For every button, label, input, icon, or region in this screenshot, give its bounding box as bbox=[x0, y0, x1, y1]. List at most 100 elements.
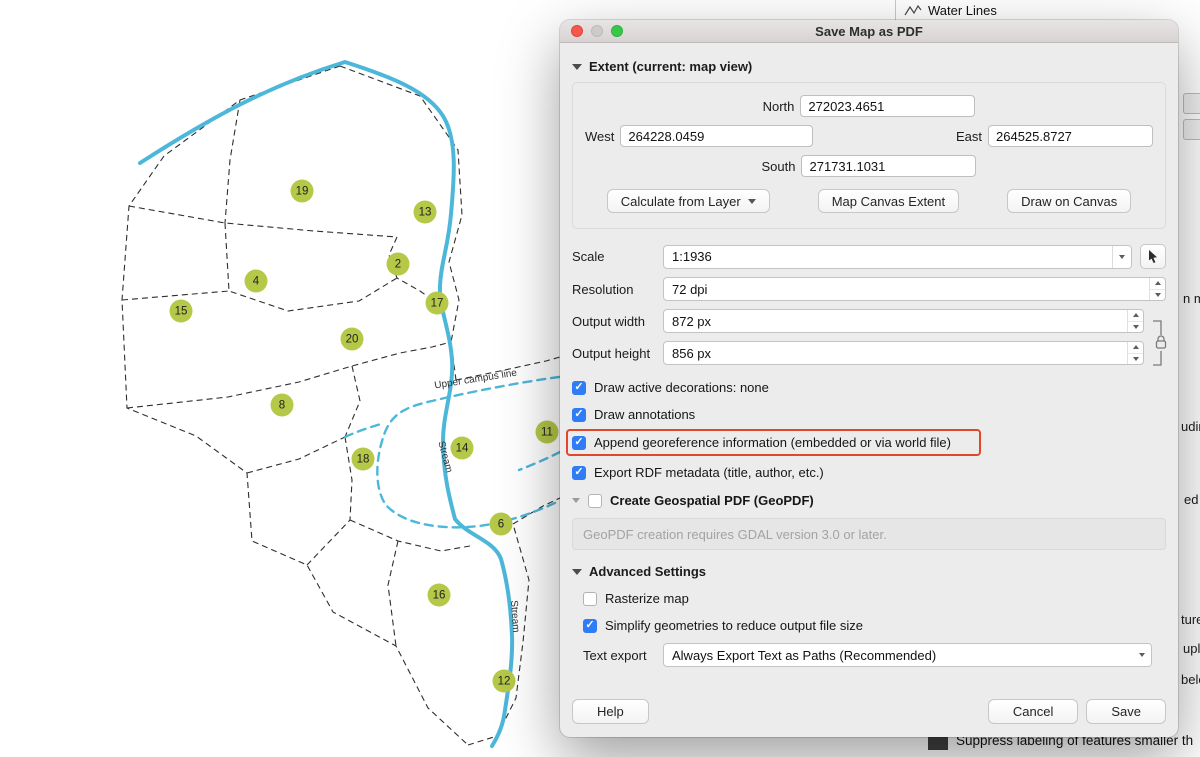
append-georeference-highlight: Append georeference information (embedde… bbox=[566, 429, 981, 456]
calculate-from-layer-button[interactable]: Calculate from Layer bbox=[607, 189, 770, 213]
map-marker: 18 bbox=[352, 448, 375, 471]
east-input[interactable] bbox=[988, 125, 1153, 147]
map-marker: 2 bbox=[387, 253, 410, 276]
background-panel-fragment bbox=[1183, 119, 1200, 140]
help-button[interactable]: Help bbox=[572, 699, 649, 724]
dialog-titlebar[interactable]: Save Map as PDF bbox=[560, 20, 1178, 43]
create-geopdf-label: Create Geospatial PDF (GeoPDF) bbox=[610, 493, 814, 508]
resolution-value[interactable]: 72 dpi bbox=[664, 278, 1149, 300]
resolution-label: Resolution bbox=[572, 282, 663, 297]
rasterize-map-label: Rasterize map bbox=[605, 591, 689, 606]
stepper-down-icon[interactable] bbox=[1128, 322, 1143, 333]
stepper-up-icon[interactable] bbox=[1128, 342, 1143, 354]
set-scale-from-canvas-button[interactable] bbox=[1140, 244, 1166, 269]
background-text-fragment: ture bbox=[1181, 612, 1200, 627]
chevron-down-icon bbox=[748, 199, 756, 204]
parcel-boundaries bbox=[122, 66, 560, 745]
checkbox-icon bbox=[572, 436, 586, 450]
draw-annotations-checkbox[interactable]: Draw annotations bbox=[572, 407, 1166, 422]
draw-decorations-label: Draw active decorations: none bbox=[594, 380, 769, 395]
scale-value[interactable]: 1:1936 bbox=[664, 249, 1112, 264]
checkbox-icon bbox=[572, 466, 586, 480]
text-export-value: Always Export Text as Paths (Recommended… bbox=[664, 648, 1132, 663]
output-height-label: Output height bbox=[572, 346, 663, 361]
map-canvas-extent-label: Map Canvas Extent bbox=[832, 194, 945, 209]
create-geopdf-checkbox[interactable] bbox=[588, 494, 602, 508]
append-georeference-label: Append georeference information (embedde… bbox=[594, 435, 951, 450]
extent-section-header[interactable]: Extent (current: map view) bbox=[572, 59, 1166, 74]
chevron-down-icon bbox=[1139, 653, 1145, 657]
cursor-icon bbox=[1146, 249, 1160, 264]
export-rdf-label: Export RDF metadata (title, author, etc.… bbox=[594, 465, 824, 480]
text-export-dropdown[interactable]: Always Export Text as Paths (Recommended… bbox=[663, 643, 1152, 667]
south-input[interactable] bbox=[801, 155, 976, 177]
extent-group: North West East South bbox=[572, 82, 1166, 229]
checkbox-icon bbox=[572, 408, 586, 422]
scale-dropdown-button[interactable] bbox=[1112, 246, 1131, 268]
line-layer-icon bbox=[904, 4, 922, 17]
help-label: Help bbox=[597, 704, 624, 719]
minimize-window-button[interactable] bbox=[591, 25, 603, 37]
stepper-up-icon[interactable] bbox=[1128, 310, 1143, 322]
simplify-geometries-label: Simplify geometries to reduce output fil… bbox=[605, 618, 863, 633]
stepper-down-icon[interactable] bbox=[1150, 290, 1165, 301]
map-marker: 12 bbox=[493, 670, 516, 693]
map-marker: 13 bbox=[414, 201, 437, 224]
south-label: South bbox=[762, 159, 796, 174]
layer-item-water-lines[interactable]: Water Lines bbox=[904, 1, 997, 19]
create-geopdf-section-header[interactable]: Create Geospatial PDF (GeoPDF) bbox=[572, 493, 1166, 508]
screen: 19 13 2 4 17 15 20 8 11 14 18 6 16 12 Up… bbox=[0, 0, 1200, 757]
output-width-spinbox[interactable]: 872 px bbox=[663, 309, 1144, 333]
output-width-stepper[interactable] bbox=[1127, 310, 1143, 332]
map-marker: 14 bbox=[451, 437, 474, 460]
map-marker: 6 bbox=[490, 513, 513, 536]
rasterize-map-checkbox[interactable]: Rasterize map bbox=[583, 591, 1166, 606]
north-input[interactable] bbox=[800, 95, 975, 117]
text-export-label: Text export bbox=[583, 648, 663, 663]
map-marker: 8 bbox=[271, 394, 294, 417]
calculate-from-layer-label: Calculate from Layer bbox=[621, 194, 741, 209]
dialog-title: Save Map as PDF bbox=[560, 24, 1178, 39]
draw-decorations-checkbox[interactable]: Draw active decorations: none bbox=[572, 380, 1166, 395]
dialog-body: Extent (current: map view) North West Ea… bbox=[560, 43, 1178, 736]
cancel-button[interactable]: Cancel bbox=[988, 699, 1078, 724]
output-height-spinbox[interactable]: 856 px bbox=[663, 341, 1144, 365]
map-marker: 20 bbox=[341, 328, 364, 351]
map-canvas-extent-button[interactable]: Map Canvas Extent bbox=[818, 189, 959, 213]
save-label: Save bbox=[1111, 704, 1141, 719]
cancel-label: Cancel bbox=[1013, 704, 1053, 719]
output-height-value[interactable]: 856 px bbox=[664, 342, 1127, 364]
checkbox-icon bbox=[572, 381, 586, 395]
background-text-fragment: udin bbox=[1181, 419, 1200, 434]
window-controls bbox=[571, 25, 623, 37]
map-marker: 16 bbox=[428, 584, 451, 607]
close-window-button[interactable] bbox=[571, 25, 583, 37]
output-width-value[interactable]: 872 px bbox=[664, 310, 1127, 332]
zoom-window-button[interactable] bbox=[611, 25, 623, 37]
stepper-down-icon[interactable] bbox=[1128, 354, 1143, 365]
resolution-stepper[interactable] bbox=[1149, 278, 1165, 300]
scale-label: Scale bbox=[572, 249, 663, 264]
draw-on-canvas-button[interactable]: Draw on Canvas bbox=[1007, 189, 1131, 213]
background-text-fragment: upl bbox=[1183, 641, 1200, 656]
draw-annotations-label: Draw annotations bbox=[594, 407, 695, 422]
export-rdf-checkbox[interactable]: Export RDF metadata (title, author, etc.… bbox=[572, 465, 1166, 480]
map-marker: 17 bbox=[426, 292, 449, 315]
east-label: East bbox=[956, 129, 982, 144]
geopdf-note: GeoPDF creation requires GDAL version 3.… bbox=[572, 518, 1166, 550]
output-height-stepper[interactable] bbox=[1127, 342, 1143, 364]
collapse-triangle-icon bbox=[572, 64, 582, 70]
simplify-geometries-checkbox[interactable]: Simplify geometries to reduce output fil… bbox=[583, 618, 1166, 633]
dialog-footer: Help Cancel Save bbox=[572, 699, 1166, 724]
background-text-fragment: n m bbox=[1183, 291, 1200, 306]
lock-aspect-ratio-icon[interactable] bbox=[1150, 315, 1168, 371]
chevron-down-icon bbox=[1119, 255, 1125, 259]
save-button[interactable]: Save bbox=[1086, 699, 1166, 724]
west-input[interactable] bbox=[620, 125, 813, 147]
stepper-up-icon[interactable] bbox=[1150, 278, 1165, 290]
advanced-section-header[interactable]: Advanced Settings bbox=[572, 564, 1166, 579]
append-georeference-checkbox[interactable]: Append georeference information (embedde… bbox=[572, 435, 951, 450]
text-export-arrow[interactable] bbox=[1132, 644, 1151, 666]
resolution-spinbox[interactable]: 72 dpi bbox=[663, 277, 1166, 301]
scale-combobox[interactable]: 1:1936 bbox=[663, 245, 1132, 269]
